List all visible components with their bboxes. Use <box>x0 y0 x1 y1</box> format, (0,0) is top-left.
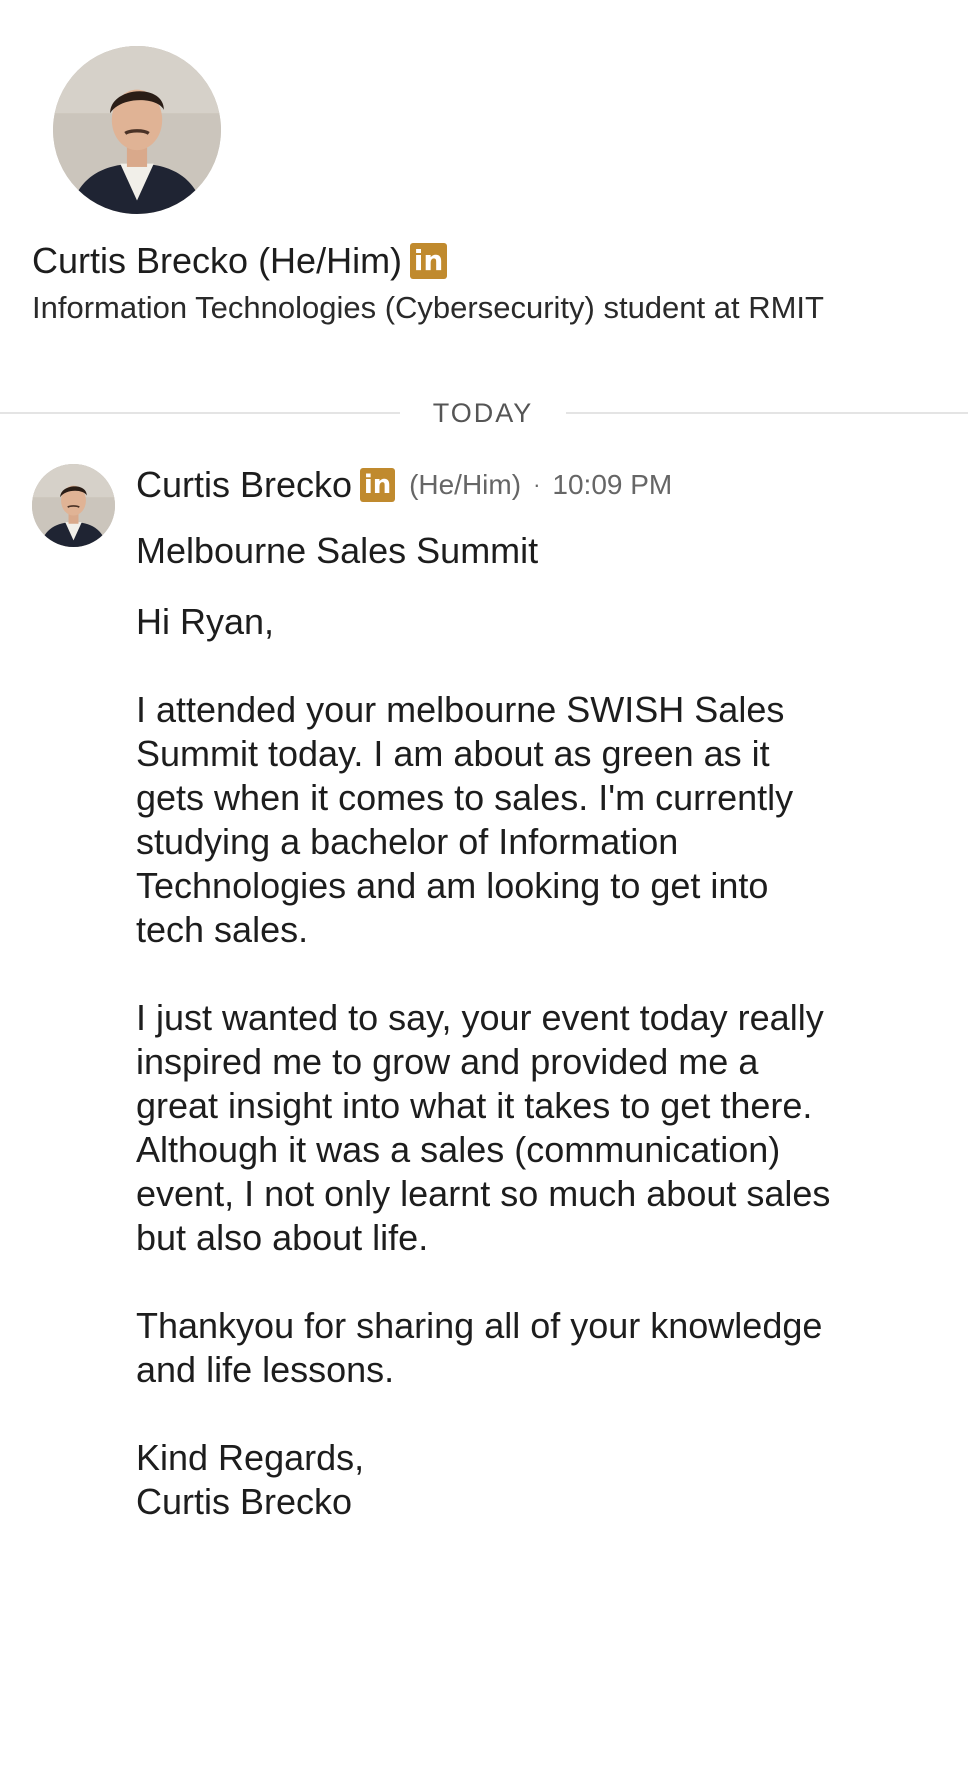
profile-name[interactable]: Curtis Brecko <box>32 240 248 282</box>
message-line <box>136 1260 936 1304</box>
message-line: great insight into what it takes to get … <box>136 1085 813 1126</box>
message-line: and life lessons. <box>136 1349 395 1390</box>
person-photo-icon <box>53 46 221 214</box>
divider-line-left <box>0 412 400 414</box>
separator-dot: · <box>533 472 541 497</box>
message-sender-avatar[interactable] <box>32 464 115 547</box>
message-line: inspired me to grow and provided me a <box>136 1041 759 1082</box>
message-sender-name[interactable]: Curtis Brecko <box>136 464 352 506</box>
message-line: Kind Regards, <box>136 1437 365 1478</box>
message-line: Summit today. I am about as green as it <box>136 733 770 774</box>
message-body: Hi Ryan, I attended your melbourne SWISH… <box>136 600 936 1524</box>
profile-headline: Information Technologies (Cybersecurity)… <box>32 290 824 325</box>
message-line: event, I not only learnt so much about s… <box>136 1173 831 1214</box>
profile-avatar[interactable] <box>53 46 221 214</box>
message-line: tech sales. <box>136 909 309 950</box>
profile-pronouns: (He/Him) <box>258 240 403 281</box>
linkedin-icon: in <box>360 468 396 502</box>
message-line: Curtis Brecko <box>136 1481 353 1522</box>
message-line: studying a bachelor of Information <box>136 821 679 862</box>
message-line: Hi Ryan, <box>136 601 275 642</box>
divider-line-right <box>566 412 968 414</box>
linkedin-icon: in <box>410 243 448 279</box>
message-line: gets when it comes to sales. I'm current… <box>136 777 794 818</box>
message-line: Although it was a sales (communication) <box>136 1129 781 1170</box>
person-photo-icon <box>32 464 115 547</box>
message-line <box>136 1392 936 1436</box>
message-timestamp: 10:09 PM <box>552 469 673 500</box>
message-line: Technologies and am looking to get into <box>136 865 769 906</box>
profile-name-row: Curtis Brecko (He/Him) in <box>32 240 448 282</box>
message-line <box>136 952 936 996</box>
message-subject: Melbourne Sales Summit <box>136 530 539 571</box>
message-line: I attended your melbourne SWISH Sales <box>136 689 785 730</box>
message-sender-pronouns: (He/Him) <box>409 469 522 500</box>
message-line: but also about life. <box>136 1217 429 1258</box>
message-line <box>136 644 936 688</box>
message-line: Thankyou for sharing all of your knowled… <box>136 1305 823 1346</box>
date-divider-label: TODAY <box>432 398 534 428</box>
message-line: I just wanted to say, your event today r… <box>136 997 824 1038</box>
message-header: Curtis Brecko in (He/Him) · 10:09 PM <box>136 464 672 506</box>
